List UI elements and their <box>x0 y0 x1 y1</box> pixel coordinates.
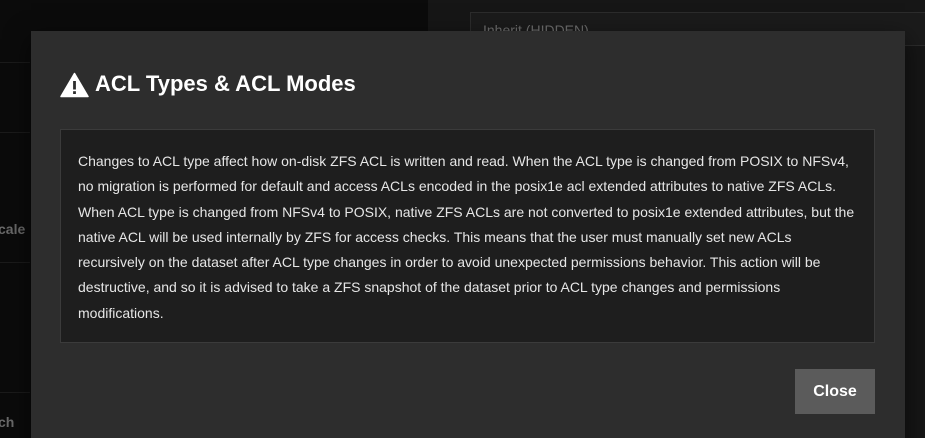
divider <box>0 392 30 393</box>
acl-info-dialog: ACL Types & ACL Modes Changes to ACL typ… <box>31 31 905 438</box>
page: cale ch Inherit (HIDDEN) ACL Types & ACL… <box>0 0 925 438</box>
warning-icon <box>60 72 89 98</box>
background-label: ch <box>0 414 15 430</box>
dialog-message-box: Changes to ACL type affect how on-disk Z… <box>60 129 875 343</box>
dialog-title-text: ACL Types & ACL Modes <box>95 71 356 96</box>
divider <box>0 132 30 133</box>
dialog-message: Changes to ACL type affect how on-disk Z… <box>78 153 855 321</box>
dialog-title: ACL Types & ACL Modes <box>60 69 356 99</box>
divider <box>0 62 30 63</box>
divider <box>0 262 30 263</box>
close-button[interactable]: Close <box>795 369 875 414</box>
background-label: cale <box>0 221 26 237</box>
